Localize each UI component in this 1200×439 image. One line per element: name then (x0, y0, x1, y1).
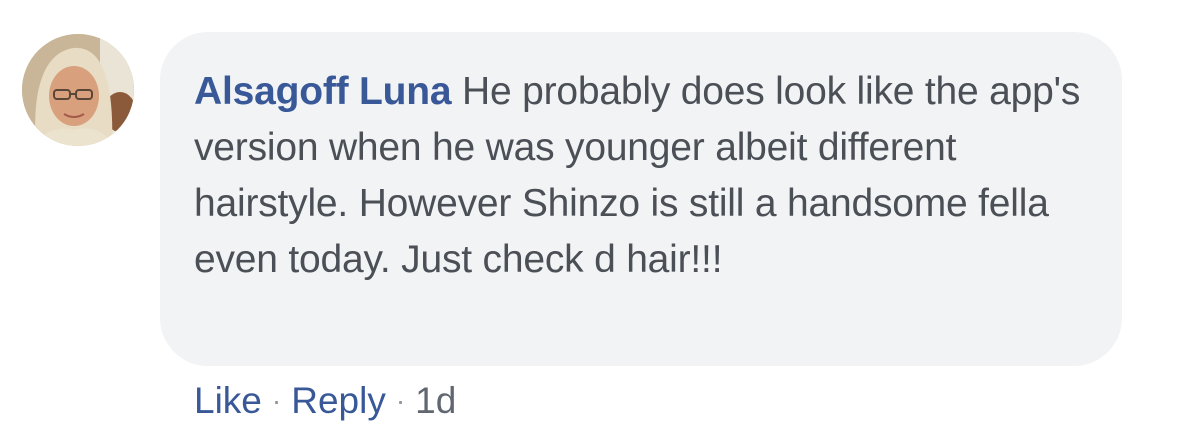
comment: Alsagoff Luna He probably does look like… (0, 0, 1200, 439)
like-link[interactable]: Like (194, 380, 262, 421)
comment-body: Alsagoff Luna He probably does look like… (194, 64, 1092, 288)
comment-actions: Like · Reply · 1d (194, 378, 456, 424)
separator-dot: · (395, 385, 406, 416)
reply-link[interactable]: Reply (291, 380, 386, 421)
comment-bubble: Alsagoff Luna He probably does look like… (160, 32, 1122, 366)
comment-author-link[interactable]: Alsagoff Luna (194, 70, 452, 113)
avatar[interactable] (22, 34, 134, 146)
comment-timestamp[interactable]: 1d (415, 380, 456, 421)
profile-photo-icon (22, 34, 134, 146)
separator-dot: · (271, 385, 282, 416)
